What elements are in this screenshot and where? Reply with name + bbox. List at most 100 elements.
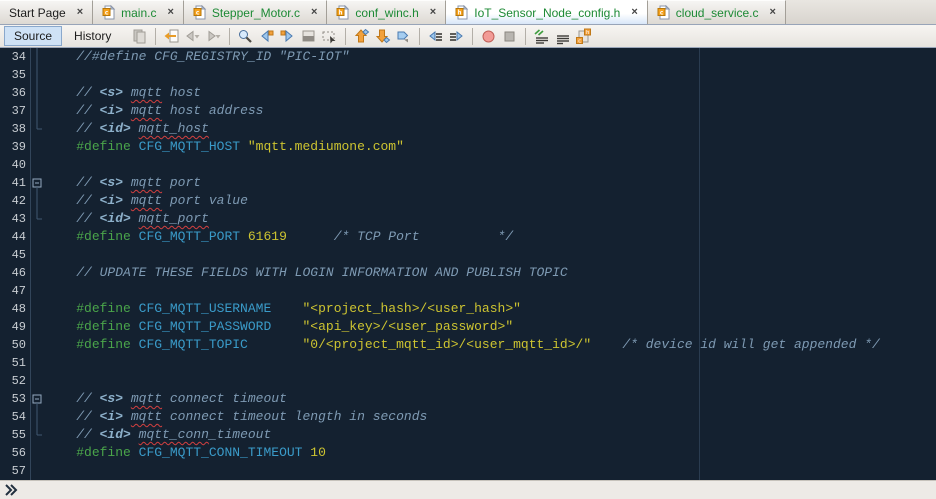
- tab-cloud-service-c[interactable]: c cloud_service.c ×: [647, 0, 786, 24]
- tab-label: Stepper_Motor.c: [211, 5, 300, 20]
- svg-text:h: h: [458, 8, 462, 16]
- code-segment: //#define CFG_REGISTRY_ID "PIC-IOT": [45, 49, 350, 64]
- code-text: //#define CFG_REGISTRY_ID "PIC-IOT": [43, 48, 349, 66]
- tab-label: main.c: [121, 5, 157, 20]
- code-line[interactable]: 54 // <i> mqtt connect timeout length in…: [0, 408, 936, 426]
- comment-icon[interactable]: [533, 28, 550, 45]
- fold-collapse-icon[interactable]: [31, 390, 43, 408]
- code-line[interactable]: 34 //#define CFG_REGISTRY_ID "PIC-IOT": [0, 48, 936, 66]
- find-next-icon[interactable]: [279, 28, 296, 45]
- fold-marker: [31, 318, 43, 336]
- next-bookmark-icon[interactable]: [374, 28, 391, 45]
- uncomment-icon[interactable]: [554, 28, 571, 45]
- tab-close-icon[interactable]: ×: [631, 7, 637, 18]
- fold-marker: [31, 138, 43, 156]
- code-line[interactable]: 57: [0, 462, 936, 480]
- rectangular-selection-icon[interactable]: [321, 28, 338, 45]
- tab-main-c[interactable]: c main.c ×: [93, 0, 184, 24]
- source-view-button[interactable]: Source: [4, 26, 63, 46]
- tab-iot-sensor-node-config-h[interactable]: h IoT_Sensor_Node_config.h ×: [446, 0, 648, 24]
- editor-tab-bar: Start Page × c main.c × c Stepper_Motor.c × h con…: [0, 0, 936, 25]
- tab-start-page[interactable]: Start Page ×: [0, 0, 94, 24]
- toggle-header-source-icon[interactable]: hc: [575, 28, 592, 45]
- code-segment: #define: [76, 319, 131, 334]
- code-segment: host address: [162, 103, 264, 118]
- code-segment: #define: [76, 301, 131, 316]
- code-segment: connect timeout length in seconds: [162, 409, 428, 424]
- toggle-bookmark-icon[interactable]: [395, 28, 412, 45]
- tab-close-icon[interactable]: ×: [77, 7, 83, 18]
- code-line[interactable]: 56 #define CFG_MQTT_CONN_TIMEOUT 10: [0, 444, 936, 462]
- tab-close-icon[interactable]: ×: [770, 7, 776, 18]
- code-line[interactable]: 35: [0, 66, 936, 84]
- find-icon[interactable]: [237, 28, 254, 45]
- code-segment: <i>: [99, 409, 124, 424]
- code-segment: "mqtt.mediumone.com": [247, 139, 404, 154]
- forward-icon[interactable]: [205, 28, 222, 45]
- code-line[interactable]: 47: [0, 282, 936, 300]
- history-view-button[interactable]: History: [64, 26, 121, 46]
- code-line[interactable]: 45: [0, 246, 936, 264]
- code-line[interactable]: 41 // <s> mqtt port: [0, 174, 936, 192]
- last-edit-location-icon[interactable]: [163, 28, 180, 45]
- code-line[interactable]: 44 #define CFG_MQTT_PORT 61619 /* TCP Po…: [0, 228, 936, 246]
- start-macro-recording-icon[interactable]: [480, 28, 497, 45]
- code-segment: <id>: [99, 427, 131, 442]
- tab-close-icon[interactable]: ×: [430, 7, 436, 18]
- editor-toolbar: Source History hc: [0, 25, 936, 48]
- code-segment: <id>: [99, 121, 131, 136]
- code-line[interactable]: 39 #define CFG_MQTT_HOST "mqtt.mediumone…: [0, 138, 936, 156]
- previous-bookmark-icon[interactable]: [353, 28, 370, 45]
- code-line[interactable]: 53 // <s> mqtt connect timeout: [0, 390, 936, 408]
- code-line[interactable]: 48 #define CFG_MQTT_USERNAME "<project_h…: [0, 300, 936, 318]
- tab-close-icon[interactable]: ×: [311, 7, 317, 18]
- tab-stepper-motor-c[interactable]: c Stepper_Motor.c ×: [183, 0, 328, 24]
- fold-collapse-icon[interactable]: [31, 174, 43, 192]
- code-segment: #define: [76, 139, 131, 154]
- toggle-highlight-search-icon[interactable]: [300, 28, 317, 45]
- breadcrumb-expand-icon[interactable]: [3, 483, 19, 497]
- line-number: 38: [0, 120, 31, 138]
- code-segment: /* device id will get appended */: [622, 337, 880, 352]
- code-line[interactable]: 52: [0, 372, 936, 390]
- code-line[interactable]: 55 // <id> mqtt_conn_timeout: [0, 426, 936, 444]
- fold-marker: [31, 282, 43, 300]
- find-previous-icon[interactable]: [258, 28, 275, 45]
- shift-left-icon[interactable]: [427, 28, 444, 45]
- fold-marker: [31, 462, 43, 480]
- code-line[interactable]: 50 #define CFG_MQTT_TOPIC "0/<project_mq…: [0, 336, 936, 354]
- code-text: #define CFG_MQTT_TOPIC "0/<project_mqtt_…: [43, 336, 880, 354]
- line-number: 40: [0, 156, 31, 174]
- tab-close-icon[interactable]: ×: [167, 7, 173, 18]
- code-text: // <i> mqtt connect timeout length in se…: [43, 408, 427, 426]
- code-segment: <s>: [99, 175, 124, 190]
- code-line[interactable]: 40: [0, 156, 936, 174]
- code-line[interactable]: 42 // <i> mqtt port value: [0, 192, 936, 210]
- code-line[interactable]: 37 // <i> mqtt host address: [0, 102, 936, 120]
- code-editor[interactable]: 34 //#define CFG_REGISTRY_ID "PIC-IOT" 35…: [0, 48, 936, 480]
- code-segment: mqtt_host: [138, 121, 209, 136]
- code-line[interactable]: 46 // UPDATE THESE FIELDS WITH LOGIN INF…: [0, 264, 936, 282]
- code-line[interactable]: 43 // <id> mqtt_port: [0, 210, 936, 228]
- code-line[interactable]: 38 // <id> mqtt_host: [0, 120, 936, 138]
- back-icon[interactable]: [184, 28, 201, 45]
- stop-macro-recording-icon[interactable]: [501, 28, 518, 45]
- code-line[interactable]: 51: [0, 354, 936, 372]
- shift-right-icon[interactable]: [448, 28, 465, 45]
- diff-icon[interactable]: [131, 28, 148, 45]
- code-line[interactable]: 36 // <s> mqtt host: [0, 84, 936, 102]
- fold-marker: [31, 336, 43, 354]
- code-line[interactable]: 49 #define CFG_MQTT_PASSWORD "<api_key>/…: [0, 318, 936, 336]
- tab-conf-winc-h[interactable]: h conf_winc.h ×: [327, 0, 447, 24]
